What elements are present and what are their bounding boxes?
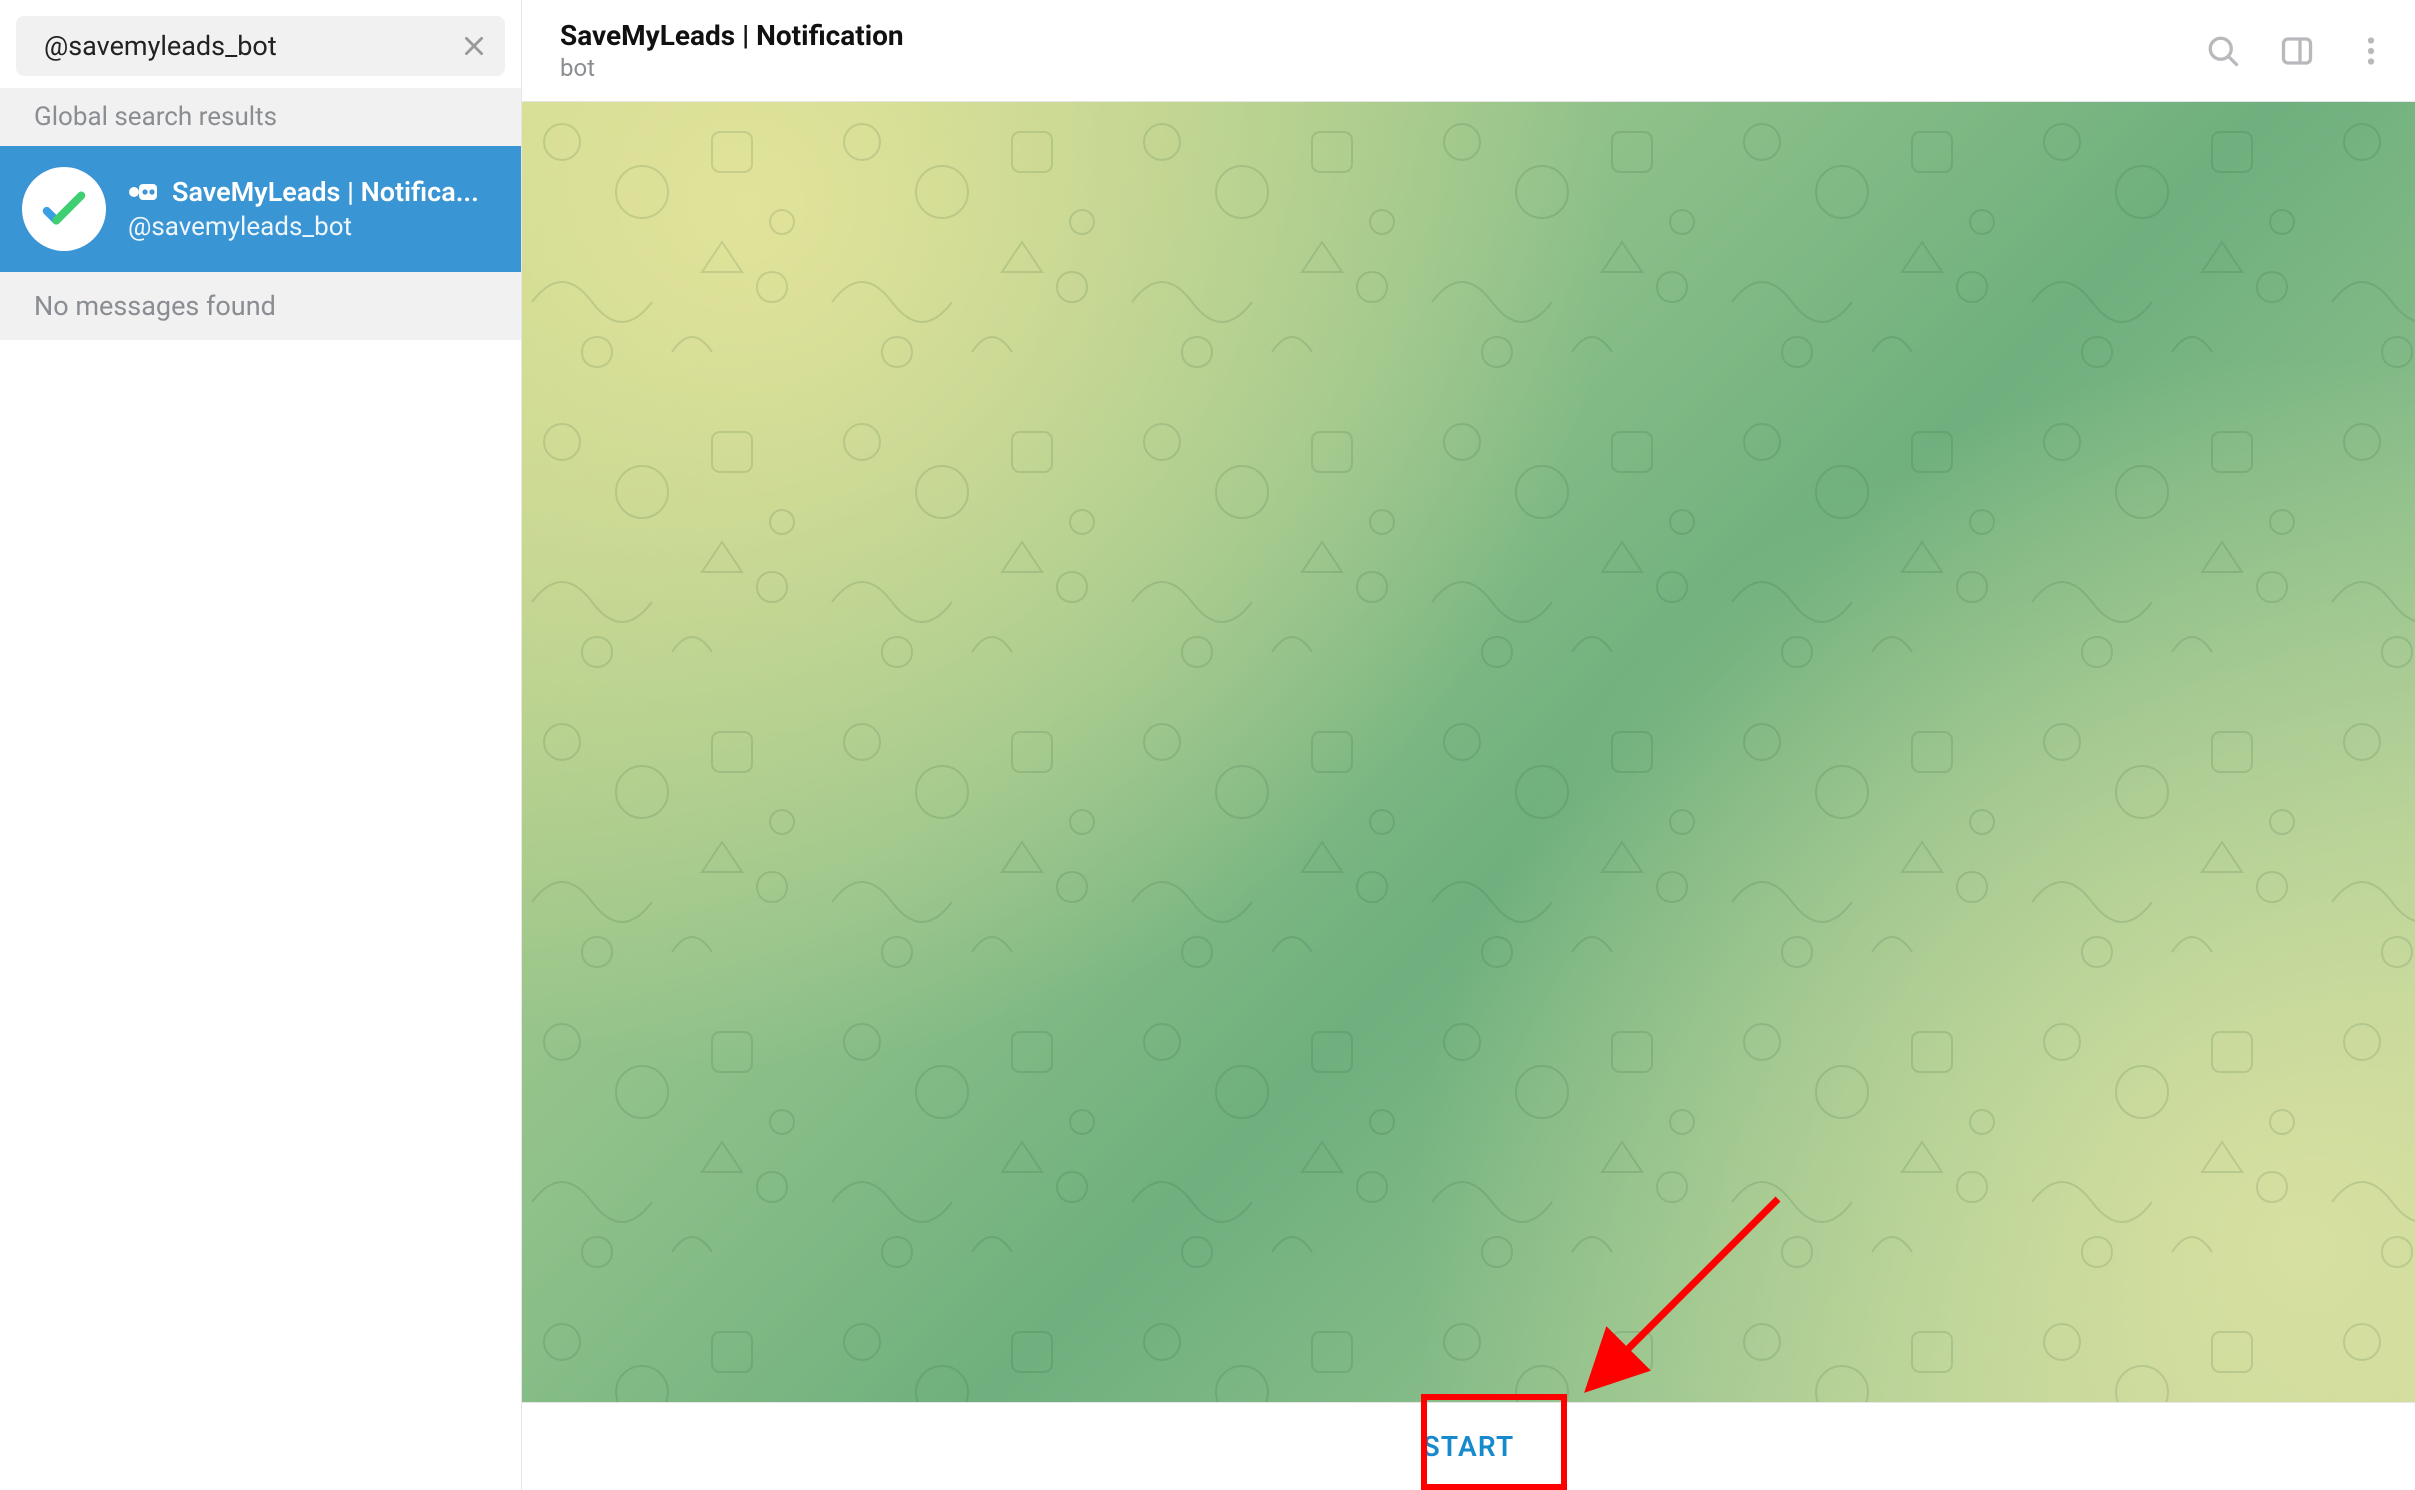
chat-header: SaveMyLeads | Notification bot — [522, 0, 2415, 102]
search-result-item[interactable]: SaveMyLeads | Notifica... @savemyleads_b… — [0, 146, 521, 272]
avatar — [22, 167, 106, 251]
app-root: Global search results — [0, 0, 2415, 1490]
result-name: SaveMyLeads | Notifica... — [172, 176, 479, 208]
side-panel-icon[interactable] — [2277, 31, 2317, 71]
search-box[interactable] — [16, 16, 505, 76]
search-icon[interactable] — [2203, 31, 2243, 71]
header-actions — [2203, 31, 2391, 71]
search-input[interactable] — [42, 29, 461, 63]
chat-title: SaveMyLeads | Notification — [560, 19, 2203, 53]
search-wrap — [0, 0, 521, 88]
section-global-results: Global search results — [0, 88, 521, 146]
chat-footer: START — [522, 1402, 2415, 1490]
chat-subtitle: bot — [560, 54, 2203, 82]
no-messages-label: No messages found — [0, 272, 521, 340]
clear-search-icon[interactable] — [461, 33, 487, 59]
result-handle: @savemyleads_bot — [128, 212, 503, 242]
bot-icon — [128, 179, 162, 205]
more-icon[interactable] — [2351, 31, 2391, 71]
sidebar: Global search results — [0, 0, 522, 1490]
chat-background — [522, 102, 2415, 1402]
header-info[interactable]: SaveMyLeads | Notification bot — [560, 19, 2203, 83]
result-body: SaveMyLeads | Notifica... @savemyleads_b… — [128, 176, 503, 242]
main-panel: SaveMyLeads | Notification bot — [522, 0, 2415, 1490]
start-button[interactable]: START — [1379, 1408, 1559, 1485]
